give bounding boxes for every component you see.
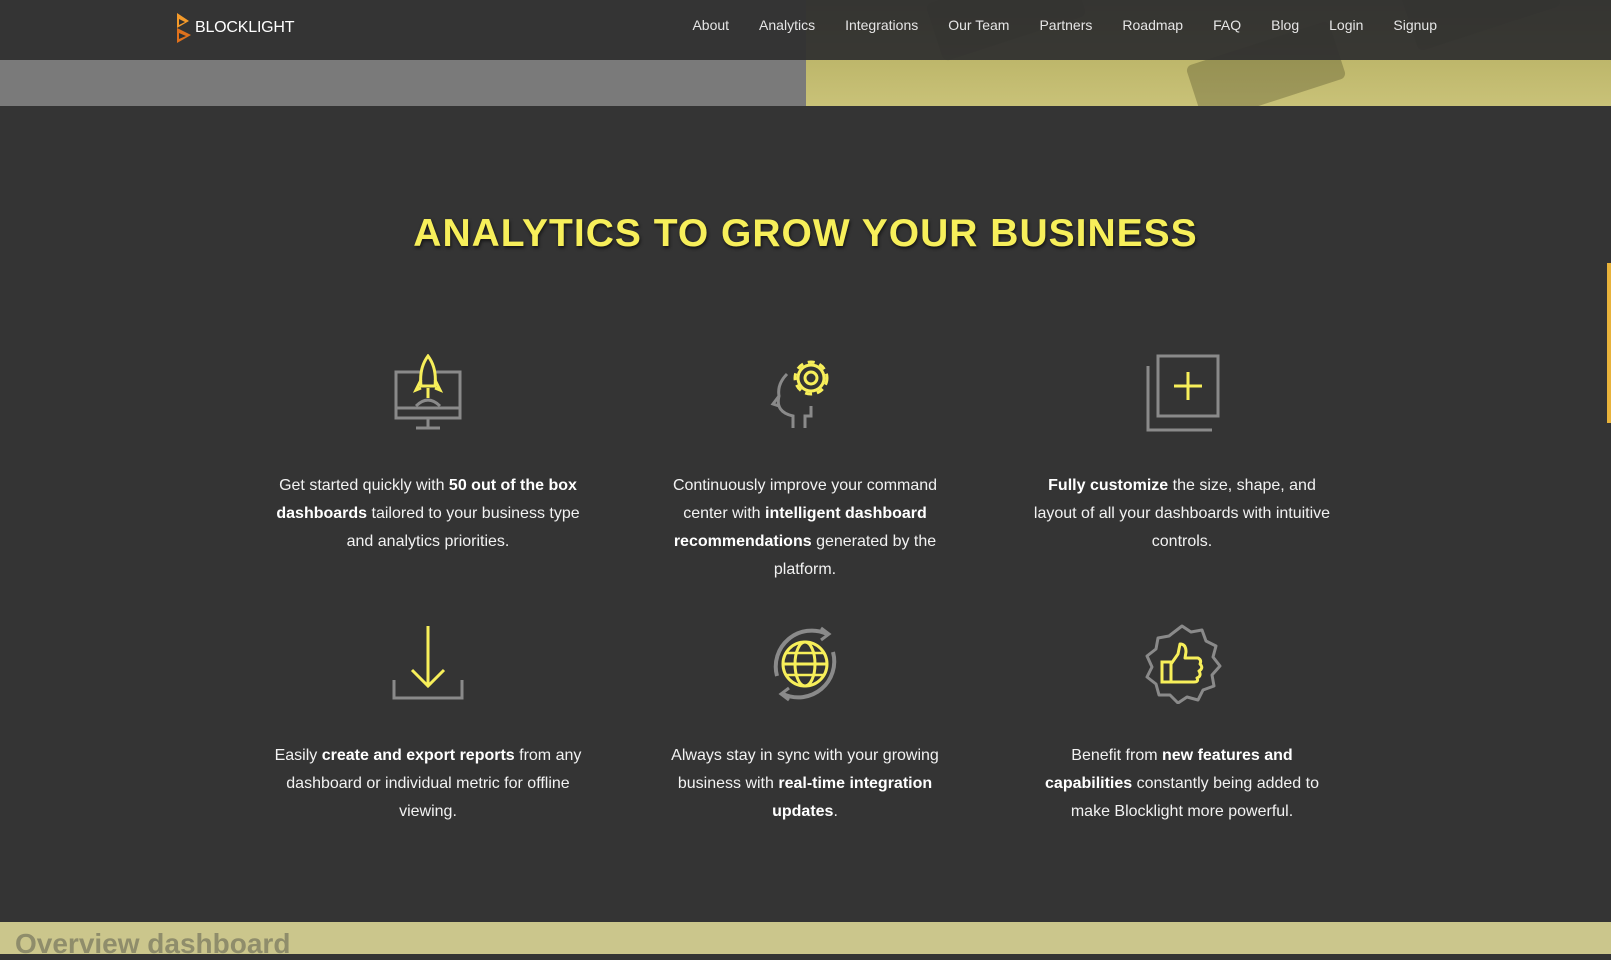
feature-text: Easily create and export reports from an… bbox=[274, 747, 582, 820]
feature-card: Get started quickly with 50 out of the b… bbox=[273, 354, 583, 556]
brand-logo-icon bbox=[177, 13, 191, 43]
feature-card: Continuously improve your command center… bbox=[650, 354, 960, 584]
nav-link-analytics[interactable]: Analytics bbox=[744, 17, 830, 33]
head-gear-icon bbox=[770, 360, 829, 428]
feature-text: Always stay in sync with your growing bu… bbox=[671, 747, 939, 820]
nav-link-signup[interactable]: Signup bbox=[1378, 17, 1437, 33]
scroll-indicator[interactable] bbox=[1607, 263, 1611, 423]
feature-card: Benefit from new features and capabiliti… bbox=[1027, 624, 1337, 826]
feature-card: Fully customize the size, shape, and lay… bbox=[1027, 354, 1337, 556]
brand-name: BLOCKLIGHT bbox=[195, 19, 295, 36]
nav-links: About Analytics Integrations Our Team Pa… bbox=[677, 0, 1437, 50]
feature-text: Get started quickly with 50 out of the b… bbox=[276, 477, 580, 550]
nav-link-integrations[interactable]: Integrations bbox=[830, 17, 933, 33]
feature-text: Fully customize the size, shape, and lay… bbox=[1033, 477, 1331, 550]
nav-link-blog[interactable]: Blog bbox=[1256, 17, 1314, 33]
feature-text: Continuously improve your command center… bbox=[672, 477, 938, 578]
nav-link-our-team[interactable]: Our Team bbox=[933, 17, 1024, 33]
section-title: ANALYTICS TO GROW YOUR BUSINESS bbox=[413, 212, 1198, 255]
feature-card: Easily create and export reports from an… bbox=[273, 624, 583, 826]
rocket-monitor-icon bbox=[394, 354, 462, 430]
download-icon bbox=[392, 626, 464, 700]
feature-text: Benefit from new features and capabiliti… bbox=[1045, 747, 1319, 820]
nav-link-about[interactable]: About bbox=[677, 17, 744, 33]
add-layer-icon bbox=[1146, 354, 1220, 432]
globe-sync-icon bbox=[773, 626, 837, 702]
thumbs-up-badge-icon bbox=[1145, 624, 1222, 704]
brand-logo[interactable]: BLOCKLIGHT bbox=[175, 10, 295, 46]
nav-link-login[interactable]: Login bbox=[1314, 17, 1378, 33]
next-section-band: Overview dashboard bbox=[0, 922, 1611, 959]
nav-link-partners[interactable]: Partners bbox=[1024, 17, 1107, 33]
top-navbar: BLOCKLIGHT About Analytics Integrations … bbox=[0, 0, 1611, 60]
next-section-title: Overview dashboard bbox=[15, 928, 291, 959]
nav-link-roadmap[interactable]: Roadmap bbox=[1107, 17, 1198, 33]
feature-card: Always stay in sync with your growing bu… bbox=[650, 624, 960, 826]
nav-link-faq[interactable]: FAQ bbox=[1198, 17, 1256, 33]
